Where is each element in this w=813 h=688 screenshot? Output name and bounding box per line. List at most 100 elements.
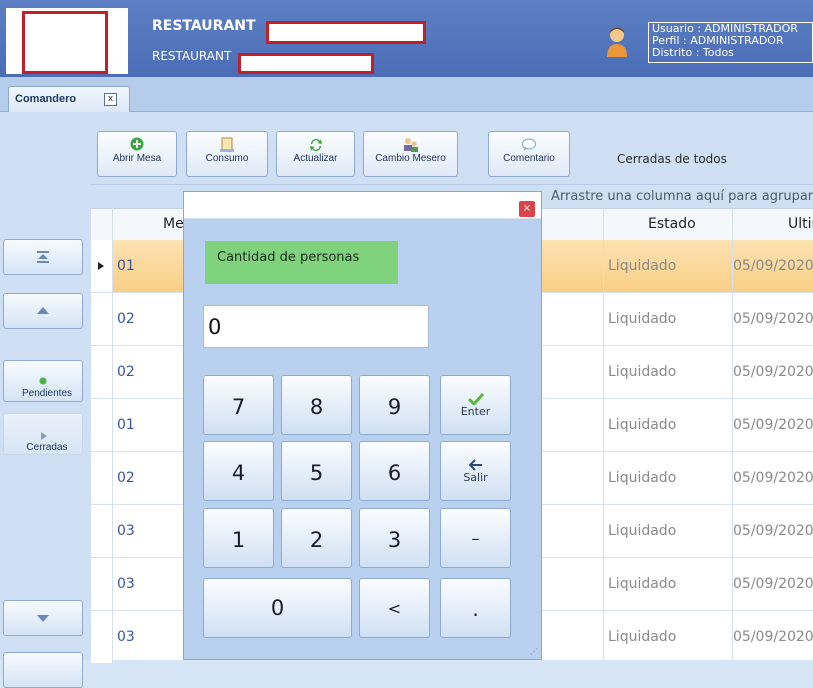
filter-status-text: Cerradas de todos bbox=[617, 152, 727, 166]
cell-estado: Liquidado bbox=[608, 629, 677, 645]
tab-comandero[interactable]: Comandero x bbox=[8, 86, 130, 112]
double-arrow-up-icon bbox=[37, 251, 49, 263]
dialog-titlebar[interactable]: × bbox=[184, 192, 541, 219]
cell-ultimo: 05/09/2020 bbox=[733, 470, 813, 486]
prompt-label: Cantidad de personas bbox=[205, 241, 398, 284]
arrow-left-icon bbox=[468, 459, 482, 471]
resize-grip-icon[interactable]: ⋰ bbox=[530, 647, 538, 656]
key-7[interactable]: 7 bbox=[203, 375, 274, 435]
key-label: 7 bbox=[231, 395, 246, 419]
grid-divider bbox=[112, 208, 113, 660]
scroll-up-button[interactable] bbox=[3, 293, 83, 329]
consumo-label: Consumo bbox=[205, 153, 249, 164]
row-indicator bbox=[91, 399, 113, 451]
abrir-mesa-button[interactable]: Abrir Mesa bbox=[97, 131, 177, 177]
cell-mesa: 03 bbox=[117, 576, 135, 592]
key-2[interactable]: 2 bbox=[281, 508, 352, 568]
actualizar-label: Actualizar bbox=[293, 153, 338, 164]
key-6[interactable]: 6 bbox=[359, 441, 430, 501]
cambio-mesero-label: Cambio Mesero bbox=[375, 153, 446, 164]
cell-mesa: 01 bbox=[117, 258, 135, 274]
cambio-mesero-button[interactable]: Cambio Mesero bbox=[363, 131, 458, 177]
cell-mesa: 01 bbox=[117, 417, 135, 433]
tab-strip: Comandero x bbox=[0, 77, 813, 112]
column-header-estado[interactable]: Estado bbox=[648, 216, 696, 232]
cell-mesa: 02 bbox=[117, 364, 135, 380]
cell-ultimo: 05/09/2020 bbox=[733, 629, 813, 645]
column-header-ultimo[interactable]: Ultimo bbox=[788, 216, 813, 232]
cell-estado: Liquidado bbox=[608, 364, 677, 380]
scroll-bottom-button[interactable] bbox=[3, 652, 83, 688]
consumo-button[interactable]: Consumo bbox=[186, 131, 268, 177]
cell-mesa: 03 bbox=[117, 523, 135, 539]
green-dot-icon bbox=[39, 377, 47, 385]
key-8[interactable]: 8 bbox=[281, 375, 352, 435]
cell-ultimo: 05/09/2020 bbox=[733, 523, 813, 539]
key-label: . bbox=[472, 597, 479, 621]
cell-estado: Liquidado bbox=[608, 417, 677, 433]
quantity-input[interactable]: 0 bbox=[203, 305, 429, 348]
key-9[interactable]: 9 bbox=[359, 375, 430, 435]
key-dot[interactable]: . bbox=[440, 578, 511, 638]
key-label: 6 bbox=[387, 461, 402, 485]
cell-ultimo: 05/09/2020 bbox=[733, 311, 813, 327]
row-indicator bbox=[91, 346, 113, 398]
users-swap-icon bbox=[364, 137, 457, 153]
backspace-button[interactable]: < bbox=[359, 578, 430, 638]
scroll-top-button[interactable] bbox=[3, 239, 83, 275]
comentario-button[interactable]: Comentario bbox=[488, 131, 570, 177]
key-1[interactable]: 1 bbox=[203, 508, 274, 568]
row-indicator bbox=[91, 293, 113, 345]
user-info: Usuario : ADMINISTRADOR Perfil : ADMINIS… bbox=[648, 22, 813, 63]
logo-redacted-box bbox=[22, 11, 108, 74]
key-label: 1 bbox=[231, 528, 246, 552]
key-0[interactable]: 0 bbox=[203, 578, 352, 638]
arrow-up-icon bbox=[37, 307, 49, 314]
key-label: 2 bbox=[309, 528, 324, 552]
dialog-close-button[interactable]: × bbox=[519, 201, 535, 217]
row-indicator bbox=[91, 452, 113, 504]
key-5[interactable]: 5 bbox=[281, 441, 352, 501]
key-label: 5 bbox=[309, 461, 324, 485]
grid-divider bbox=[603, 208, 604, 660]
cell-ultimo: 05/09/2020 bbox=[733, 258, 813, 274]
key-label: – bbox=[471, 529, 480, 548]
scroll-down-button[interactable] bbox=[3, 600, 83, 636]
logo bbox=[6, 8, 128, 74]
key-4[interactable]: 4 bbox=[203, 441, 274, 501]
prompt-text: Cantidad de personas bbox=[217, 250, 360, 265]
tab-close-icon[interactable]: x bbox=[104, 93, 117, 106]
key-label: 4 bbox=[231, 461, 246, 485]
cell-mesa: 03 bbox=[117, 629, 135, 645]
salir-button[interactable]: Salir bbox=[440, 441, 511, 501]
cell-estado: Liquidado bbox=[608, 470, 677, 486]
app-header: RESTAURANT RESTAURANT Usuario : ADMINIST… bbox=[0, 0, 813, 77]
actualizar-button[interactable]: Actualizar bbox=[276, 131, 355, 177]
cell-estado: Liquidado bbox=[608, 523, 677, 539]
arrow-right-icon bbox=[41, 432, 47, 440]
restaurant-subtitle: RESTAURANT bbox=[152, 49, 232, 63]
abrir-mesa-label: Abrir Mesa bbox=[112, 153, 162, 164]
cerradas-button[interactable]: Cerradas bbox=[3, 413, 83, 455]
pendientes-label: Pendientes bbox=[21, 388, 73, 399]
key-3[interactable]: 3 bbox=[359, 508, 430, 568]
comment-bubble-icon bbox=[489, 137, 569, 153]
persons-dialog: × Cantidad de personas 0 7 8 9 Enter 4 5… bbox=[183, 191, 542, 660]
cell-ultimo: 05/09/2020 bbox=[733, 417, 813, 433]
grid-divider bbox=[732, 208, 733, 660]
cell-mesa: 02 bbox=[117, 470, 135, 486]
enter-button[interactable]: Enter bbox=[440, 375, 511, 435]
cell-ultimo: 05/09/2020 bbox=[733, 364, 813, 380]
enter-label: Enter bbox=[460, 405, 491, 418]
restaurant-title: RESTAURANT bbox=[152, 18, 256, 34]
group-hint-text: Arrastre una columna aquí para agrupar bbox=[551, 189, 813, 204]
row-indicator bbox=[91, 240, 113, 292]
pendientes-button[interactable]: Pendientes bbox=[3, 360, 83, 402]
key-label: 8 bbox=[309, 395, 324, 419]
salir-label: Salir bbox=[463, 471, 488, 484]
cell-ultimo: 05/09/2020 bbox=[733, 576, 813, 592]
tab-label: Comandero bbox=[15, 93, 77, 105]
refresh-icon bbox=[277, 137, 354, 153]
checkmark-icon bbox=[467, 393, 484, 405]
key-minus[interactable]: – bbox=[440, 508, 511, 568]
